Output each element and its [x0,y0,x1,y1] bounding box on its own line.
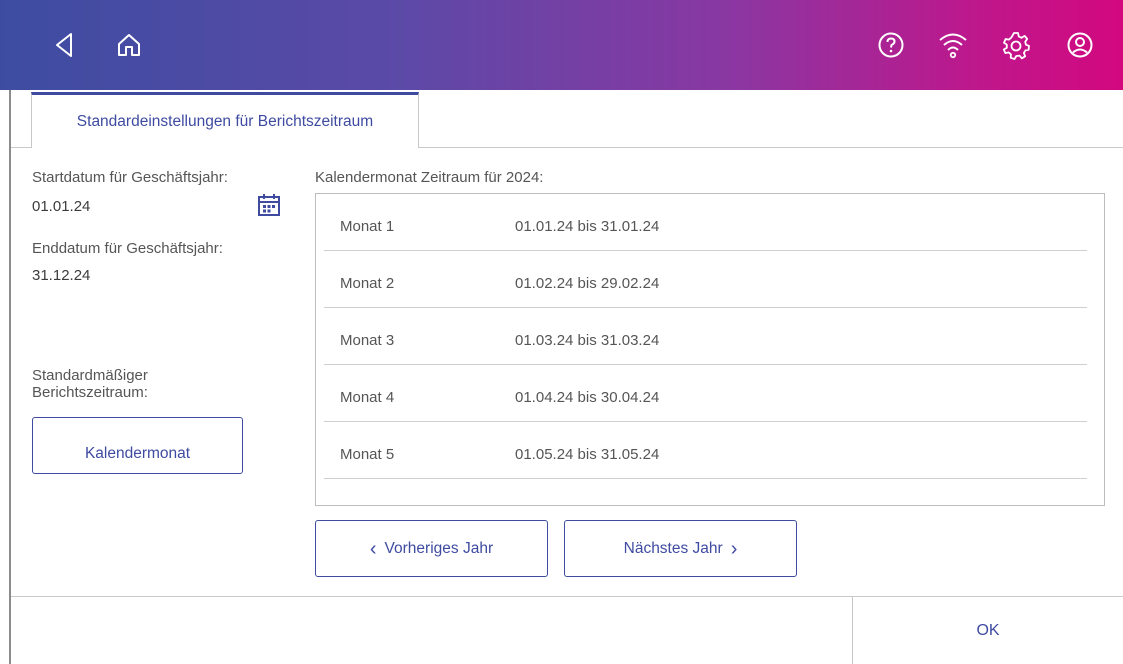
month-name: Monat 4 [340,389,395,406]
month-list[interactable]: Monat 1 01.01.24 bis 31.01.24 Monat 2 01… [315,193,1105,506]
month-name: Monat 1 [340,218,395,235]
list-item[interactable]: Monat 5 01.05.24 bis 31.05.24 [324,422,1087,479]
tab-divider-gap [32,146,418,149]
list-item[interactable]: Monat 1 01.01.24 bis 31.01.24 [324,194,1087,251]
tab-label: Standardeinstellungen für Berichtszeitra… [76,112,374,130]
default-period-label-line2: Berichtszeitraum: [32,384,148,401]
help-icon[interactable] [873,27,909,63]
account-icon[interactable] [1062,27,1098,63]
month-name: Monat 2 [340,275,395,292]
month-range: 01.02.24 bis 29.02.24 [515,275,660,292]
start-date-label: Startdatum für Geschäftsjahr: [32,169,228,186]
end-date-label: Enddatum für Geschäftsjahr: [32,240,223,257]
back-icon[interactable] [46,27,82,63]
calendar-icon[interactable] [256,192,282,218]
top-bar [0,0,1123,90]
chevron-right-icon: › [730,537,738,560]
month-range: 01.05.24 bis 31.05.24 [515,446,660,463]
next-year-button[interactable]: Nächstes Jahr › [564,520,797,577]
tab-report-settings[interactable]: Standardeinstellungen für Berichtszeitra… [31,92,419,148]
period-select-button[interactable]: Kalendermonat [32,417,243,474]
previous-year-button[interactable]: ‹ Vorheriges Jahr [315,520,548,577]
start-date-value: 01.01.24 [32,198,91,215]
chevron-left-icon: ‹ [369,537,377,560]
frame-border [9,90,11,664]
month-list-title: Kalendermonat Zeitraum für 2024: [315,169,544,186]
list-item[interactable]: Monat 4 01.04.24 bis 30.04.24 [324,365,1087,422]
month-range: 01.01.24 bis 31.01.24 [515,218,660,235]
list-item[interactable]: Monat 3 01.03.24 bis 31.03.24 [324,308,1087,365]
next-year-label: Nächstes Jahr [623,539,723,557]
wifi-icon[interactable] [935,27,971,63]
ok-label: OK [976,621,1000,639]
default-period-label-line1: Standardmäßiger [32,367,148,384]
home-icon[interactable] [111,27,147,63]
ok-button[interactable]: OK [853,597,1123,664]
month-name: Monat 3 [340,332,395,349]
month-range: 01.04.24 bis 30.04.24 [515,389,660,406]
settings-icon[interactable] [998,27,1034,63]
month-range: 01.03.24 bis 31.03.24 [515,332,660,349]
month-name: Monat 5 [340,446,395,463]
end-date-value: 31.12.24 [32,267,91,284]
list-item[interactable]: Monat 2 01.02.24 bis 29.02.24 [324,251,1087,308]
previous-year-label: Vorheriges Jahr [384,539,494,557]
